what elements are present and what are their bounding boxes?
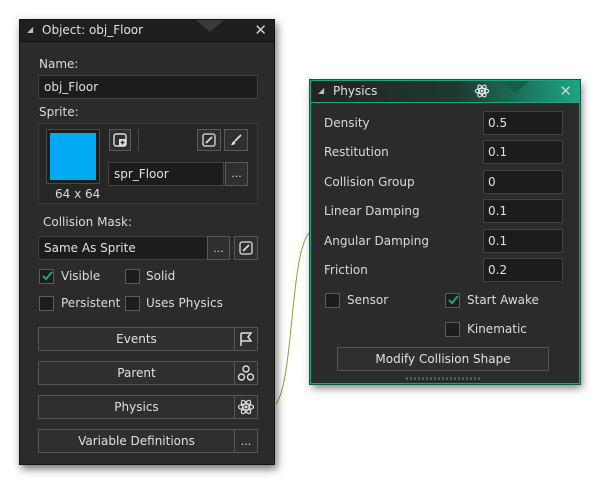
- title-notch: [196, 20, 224, 32]
- flag-icon: [240, 332, 253, 346]
- checkmark-icon: [448, 295, 459, 305]
- density-field[interactable]: 0.5: [483, 111, 563, 135]
- edit-mask-icon: [239, 241, 253, 255]
- friction-label: Friction: [324, 263, 368, 277]
- collapse-arrow-icon[interactable]: ◢: [318, 86, 324, 95]
- collision-mask-label: Collision Mask:: [43, 215, 133, 229]
- object-panel: ◢ Object: obj_Floor ✕ Name: obj_Floor Sp…: [19, 19, 275, 465]
- linear-damping-field[interactable]: 0.1: [483, 199, 563, 223]
- collision-group-field[interactable]: 0: [483, 170, 563, 194]
- physics-panel-title: Physics: [333, 84, 378, 98]
- angular-damping-label: Angular Damping: [324, 234, 429, 248]
- new-sprite-button[interactable]: [109, 129, 131, 151]
- visible-checkbox[interactable]: [39, 269, 54, 284]
- collision-mask-browse-button[interactable]: ...: [207, 236, 230, 260]
- sprite-preview-frame[interactable]: [46, 129, 100, 184]
- brush-button[interactable]: [224, 129, 248, 151]
- friction-field[interactable]: 0.2: [483, 258, 563, 282]
- sensor-checkbox[interactable]: [325, 293, 340, 308]
- edit-sprite-button[interactable]: [197, 129, 221, 151]
- start-awake-label: Start Awake: [467, 293, 539, 307]
- variable-definitions-button[interactable]: Variable Definitions: [38, 429, 235, 453]
- sprite-browse-button[interactable]: ...: [225, 162, 248, 186]
- name-field[interactable]: obj_Floor: [38, 75, 258, 99]
- collision-mask-field[interactable]: Same As Sprite: [38, 236, 208, 260]
- atom-icon: [237, 399, 255, 415]
- visible-label: Visible: [61, 269, 101, 283]
- linear-damping-label: Linear Damping: [324, 204, 420, 218]
- physics-button[interactable]: Physics: [38, 395, 235, 419]
- solid-label: Solid: [146, 269, 176, 283]
- start-awake-checkbox[interactable]: [445, 293, 460, 308]
- physics-panel-titlebar[interactable]: ◢ Physics ✕: [311, 81, 579, 103]
- new-sprite-icon: [113, 133, 127, 147]
- variable-definitions-more-button[interactable]: ...: [234, 429, 258, 453]
- physics-panel: ◢ Physics ✕ Density 0.5 Restitution 0.1 …: [310, 80, 580, 384]
- modify-collision-shape-button[interactable]: Modify Collision Shape: [337, 347, 549, 371]
- object-panel-title: Object: obj_Floor: [42, 23, 144, 37]
- kinematic-checkbox[interactable]: [445, 322, 460, 337]
- collapse-arrow-icon[interactable]: ◢: [27, 25, 33, 34]
- events-button[interactable]: Events: [38, 327, 235, 351]
- atom-icon: [474, 84, 490, 98]
- restitution-label: Restitution: [324, 145, 389, 159]
- sprite-size: 64 x 64: [55, 187, 101, 201]
- parent-button[interactable]: Parent: [38, 361, 235, 385]
- persistent-label: Persistent: [61, 296, 121, 310]
- sprite-area: 64 x 64 spr_Floor ...: [38, 123, 258, 204]
- uses-physics-label: Uses Physics: [146, 296, 223, 310]
- divider: [138, 129, 139, 151]
- edit-sprite-icon: [202, 133, 216, 147]
- density-label: Density: [324, 116, 370, 130]
- kinematic-label: Kinematic: [467, 322, 527, 336]
- hierarchy-icon: [237, 365, 255, 381]
- sensor-label: Sensor: [347, 293, 389, 307]
- checkmark-icon: [42, 271, 53, 281]
- sprite-preview: [50, 133, 96, 180]
- sprite-name-field[interactable]: spr_Floor: [108, 162, 224, 186]
- uses-physics-checkbox[interactable]: [125, 296, 140, 311]
- resize-grip[interactable]: [406, 377, 482, 380]
- sprite-label: Sprite:: [39, 105, 79, 119]
- title-notch: [501, 81, 529, 93]
- collision-mask-edit-button[interactable]: [234, 236, 258, 260]
- object-panel-titlebar[interactable]: ◢ Object: obj_Floor ✕: [20, 20, 274, 42]
- solid-checkbox[interactable]: [125, 269, 140, 284]
- events-icon-button[interactable]: [234, 327, 258, 351]
- physics-icon-button[interactable]: [234, 395, 258, 419]
- brush-icon: [231, 134, 242, 145]
- close-icon[interactable]: ✕: [254, 21, 267, 39]
- close-icon[interactable]: ✕: [559, 82, 572, 100]
- name-label: Name:: [39, 57, 79, 71]
- angular-damping-field[interactable]: 0.1: [483, 229, 563, 253]
- collision-group-label: Collision Group: [324, 175, 415, 189]
- persistent-checkbox[interactable]: [39, 296, 54, 311]
- parent-icon-button[interactable]: [234, 361, 258, 385]
- restitution-field[interactable]: 0.1: [483, 140, 563, 164]
